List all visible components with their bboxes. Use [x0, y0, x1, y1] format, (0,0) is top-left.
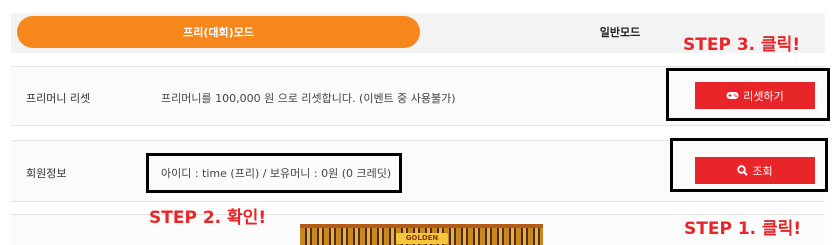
- member-row-label: 회원정보: [26, 167, 67, 180]
- banner-logo: GOLDEN: [396, 233, 448, 244]
- highlight-box-lookup: [670, 138, 828, 192]
- tab-free-mode[interactable]: 프리(대회)모드: [17, 16, 420, 48]
- highlight-box-member-info: [146, 153, 402, 193]
- tab-normal-mode[interactable]: 일반모드: [560, 22, 680, 42]
- reset-row-label: 프리머니 리셋: [26, 92, 91, 105]
- step-3-annotation: STEP 3. 클릭!: [683, 35, 801, 55]
- reset-row-description: 프리머니를 100,000 원 으로 리셋합니다. (이벤트 중 사용불가): [161, 92, 456, 105]
- golden-banner-image: GOLDEN: [300, 224, 543, 245]
- highlight-box-reset: [666, 68, 830, 121]
- step-2-annotation: STEP 2. 확인!: [149, 208, 267, 228]
- step-1-annotation: STEP 1. 클릭!: [684, 219, 802, 239]
